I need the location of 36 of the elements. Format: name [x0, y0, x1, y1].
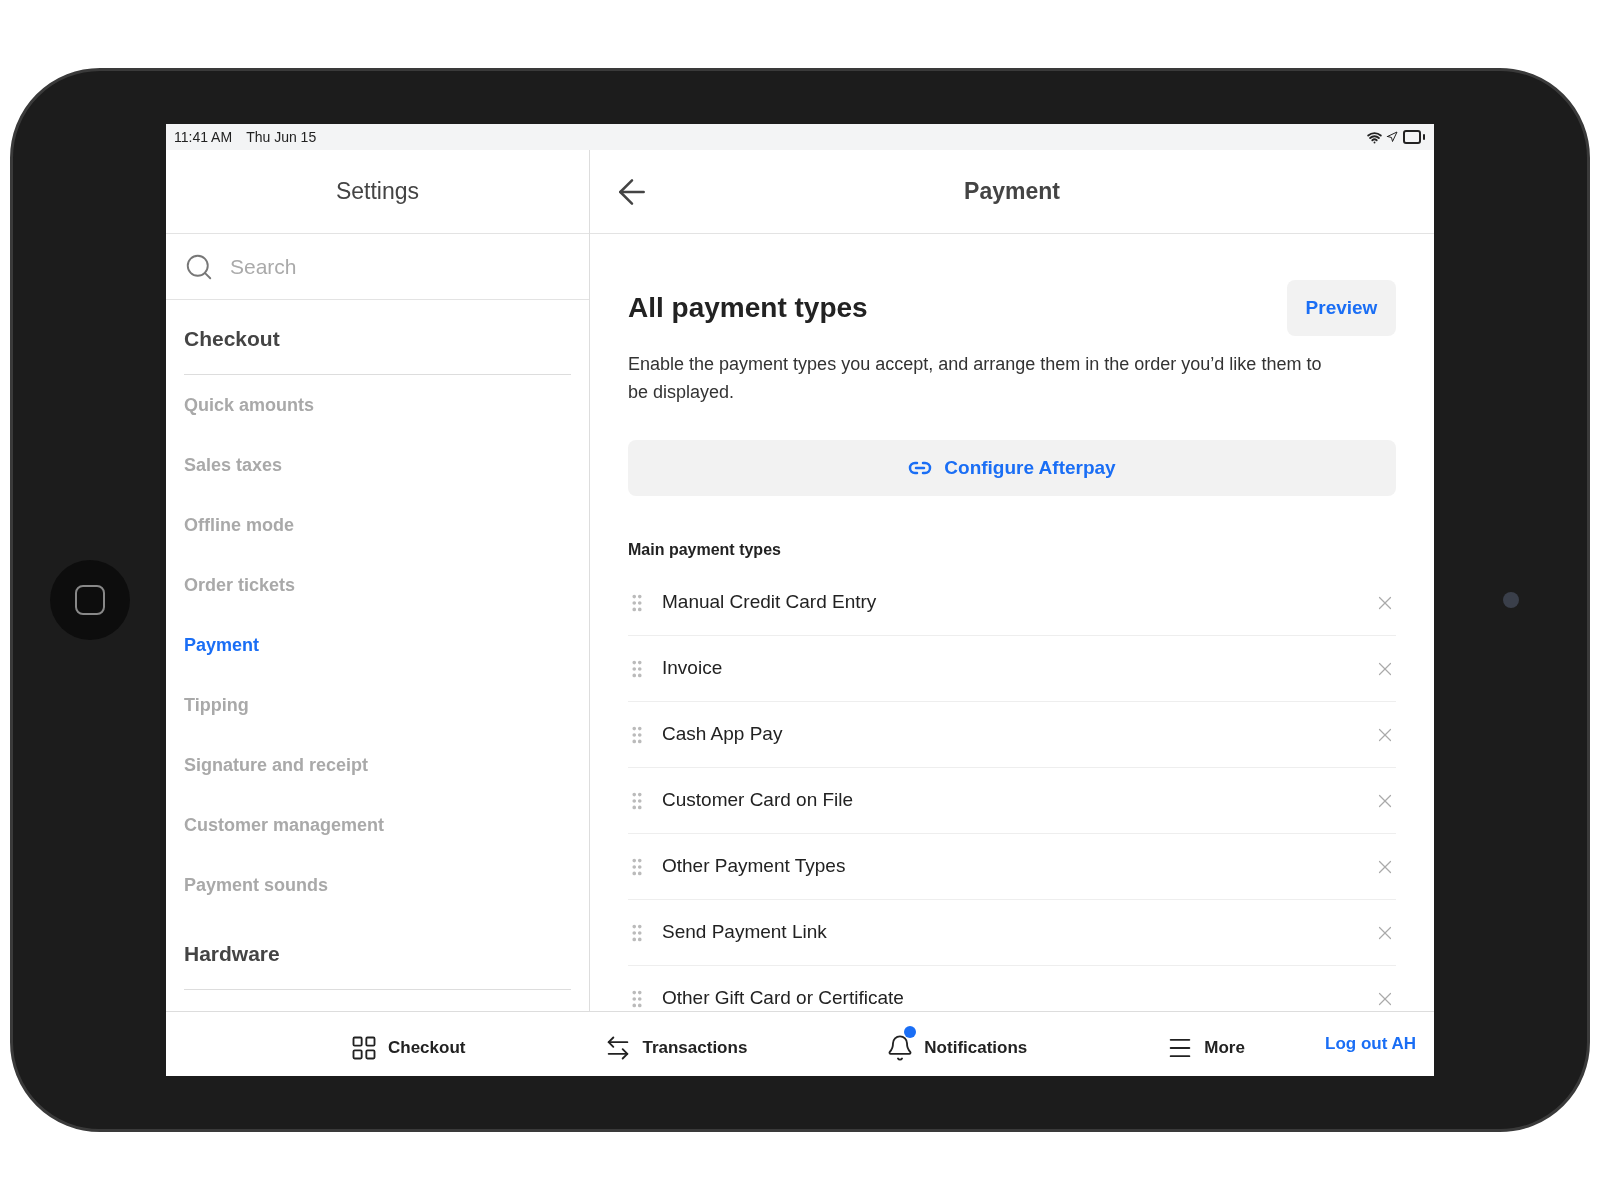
configure-afterpay-button[interactable]: Configure Afterpay: [628, 440, 1396, 496]
settings-item[interactable]: Offline mode: [184, 511, 294, 539]
search-field[interactable]: Search: [230, 250, 530, 283]
nav-tab[interactable]: More: [1166, 1026, 1249, 1062]
location-icon: [1386, 131, 1398, 143]
nav-tab[interactable]: Transactions: [604, 1026, 752, 1062]
status-date: Thu Jun 15: [246, 127, 317, 147]
section-heading: Checkout: [184, 326, 280, 353]
nav-tab[interactable]: Notifications: [886, 1026, 1032, 1062]
subsection-title: Main payment types: [628, 541, 781, 558]
section-title: All payment types: [628, 291, 868, 325]
sidebar-title: Settings: [335, 177, 420, 207]
payment-type-label: Other Gift Card or Certificate: [662, 986, 904, 1011]
page-title: Payment: [964, 177, 1060, 207]
settings-item[interactable]: Payment: [184, 631, 260, 659]
settings-item[interactable]: Sales taxes: [184, 451, 283, 479]
description-text: Enable the payment types you accept, and arrange them in the order you’d like them to be displayed.: [628, 353, 1323, 404]
section-heading: Hardware: [184, 941, 280, 968]
settings-item[interactable]: Tipping: [184, 691, 249, 719]
payment-type-label: Send Payment Link: [662, 920, 827, 945]
payment-type-label: Other Payment Types: [662, 854, 846, 879]
payment-type-label: Manual Credit Card Entry: [662, 590, 877, 615]
payment-type-label: Invoice: [662, 656, 723, 681]
settings-item[interactable]: Signature and receipt: [184, 751, 369, 779]
settings-item[interactable]: Payment sounds: [184, 871, 329, 899]
preview-button[interactable]: Preview: [1287, 280, 1396, 336]
grid-icon: [350, 1034, 378, 1062]
settings-item[interactable]: Customer management: [184, 811, 385, 839]
status-time: 11:41 AM: [174, 127, 233, 147]
wifi-icon: [1367, 129, 1382, 145]
logout-link[interactable]: Log out AH: [1325, 1031, 1416, 1057]
payment-type-label: Customer Card on File: [662, 788, 854, 813]
nav-tab[interactable]: Checkout: [350, 1026, 470, 1062]
settings-item[interactable]: Quick amounts: [184, 391, 315, 419]
settings-item[interactable]: Order tickets: [184, 571, 296, 599]
payment-type-label: Cash App Pay: [662, 722, 783, 747]
